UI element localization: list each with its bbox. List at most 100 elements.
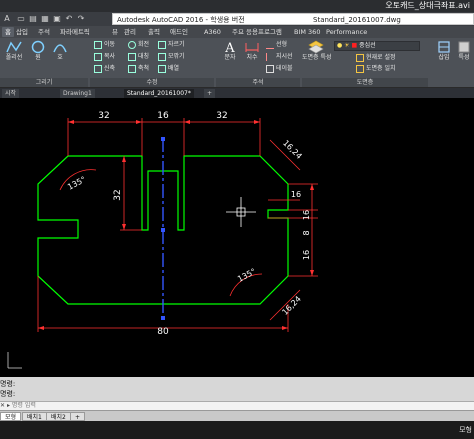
current-layer-dropdown[interactable]: ● ☀ ■ 중심선: [334, 41, 420, 51]
center-grip-bottom[interactable]: [161, 316, 165, 320]
close-icon[interactable]: ✕: [0, 402, 5, 409]
tab-output[interactable]: 출력: [148, 27, 160, 37]
panel-layers-label[interactable]: 도면층: [302, 78, 428, 87]
arc-button[interactable]: 호: [48, 40, 72, 70]
print-icon[interactable]: ▣: [52, 14, 62, 24]
table-button[interactable]: 테이블: [266, 64, 293, 74]
open-file-icon[interactable]: ▤: [28, 14, 38, 24]
leader-button[interactable]: 지시선: [266, 52, 293, 62]
add-layout-button[interactable]: +: [70, 412, 86, 421]
table-icon: [266, 64, 274, 73]
panel-draw-label[interactable]: 그리기: [0, 78, 88, 87]
panel-annotation-label[interactable]: 주석: [216, 78, 300, 87]
tab-a360[interactable]: A360: [204, 27, 221, 37]
layer-properties-button[interactable]: 도면층 특성: [302, 40, 332, 70]
layer-properties-label: 도면층 특성: [302, 54, 332, 61]
current-layer-name: 중심선: [359, 42, 376, 49]
arc-label: 호: [57, 54, 63, 61]
panel-modify-label[interactable]: 수정: [90, 78, 214, 87]
new-file-icon[interactable]: ▭: [16, 14, 26, 24]
tab-insert[interactable]: 삽입: [16, 27, 28, 37]
tab-parametric[interactable]: 파라메트릭: [60, 27, 90, 37]
fillet-button[interactable]: 모깎기: [158, 52, 185, 62]
insert-block-label: 삽입: [438, 54, 450, 61]
status-bar: 모형: [0, 421, 474, 439]
center-grip-mid[interactable]: [161, 228, 165, 232]
leader-icon: [266, 52, 274, 61]
command-input[interactable]: ✕ ▸ 명령 입력: [0, 401, 474, 410]
svg-text:A: A: [224, 41, 235, 54]
quick-access-bar: A ▭ ▤ ▦ ▣ ↶ ↷ Autodesk AutoCAD 2016 - 학생…: [0, 12, 474, 26]
layout-tab-model[interactable]: 모형: [0, 412, 22, 421]
circle-button[interactable]: 원: [26, 40, 50, 70]
polyline-icon: [6, 41, 22, 53]
rotate-icon: [128, 40, 136, 49]
doc-tab-standard[interactable]: Standard_20161007*: [124, 89, 194, 98]
command-history-1: 명령:: [0, 380, 16, 388]
tab-home[interactable]: 홈: [2, 27, 14, 37]
dim-bottom: 80: [157, 327, 169, 337]
ucs-icon: [7, 352, 22, 369]
dim-slant-top: 16,24: [281, 138, 304, 161]
save-icon[interactable]: ▦: [40, 14, 50, 24]
tab-featured-apps[interactable]: 주요 응용프로그램: [232, 27, 282, 37]
dim-right-0: 16: [291, 190, 301, 199]
tab-manage[interactable]: 관리: [124, 27, 136, 37]
properties-button[interactable]: 특성: [454, 40, 474, 70]
dim-angle-bottom: 135°: [236, 267, 257, 284]
new-tab-button[interactable]: +: [204, 89, 216, 98]
model-space-button[interactable]: 모형: [459, 425, 472, 435]
trim-icon: [158, 40, 166, 49]
properties-label: 특성: [458, 54, 470, 61]
properties-icon: [458, 41, 470, 53]
layout-tab-layout1[interactable]: 배치1: [22, 412, 47, 421]
tab-performance[interactable]: Performance: [326, 27, 367, 37]
layout-tab-bar: 모형 배치1 배치2 +: [0, 410, 474, 421]
doc-tab-drawing1[interactable]: Drawing1: [60, 89, 95, 98]
redo-icon[interactable]: ↷: [76, 14, 86, 24]
drawing-canvas[interactable]: 32 16 32 32 80 135° 135° 16 16 8 16 16,2…: [0, 98, 474, 377]
center-grip-top[interactable]: [161, 137, 165, 141]
dimension-button[interactable]: 치수: [240, 40, 264, 70]
doc-tab-start[interactable]: 시작: [2, 89, 20, 98]
match-layer-button[interactable]: 도면층 일치: [356, 64, 396, 74]
move-icon: [94, 40, 102, 49]
polyline-button[interactable]: 폴리선: [2, 40, 26, 70]
circle-label: 원: [35, 54, 41, 61]
tab-addins[interactable]: 애드인: [170, 27, 188, 37]
insert-block-icon: [438, 41, 450, 53]
rotate-button[interactable]: 회전: [128, 40, 149, 50]
app-menu-icon[interactable]: A: [2, 14, 12, 24]
dim-right-2: 8: [302, 230, 311, 235]
text-button[interactable]: A 문자: [218, 40, 242, 70]
dim-top-left: 32: [98, 111, 109, 121]
layout-tab-layout2[interactable]: 배치2: [46, 412, 71, 421]
linear-dim-icon: [266, 41, 274, 49]
command-prompt-icon: ▸: [6, 402, 10, 409]
lightbulb-icon: ●: [337, 42, 343, 49]
array-icon: [158, 64, 166, 73]
scale-button[interactable]: 축척: [128, 64, 149, 74]
move-button[interactable]: 이동: [94, 40, 115, 50]
scale-icon: [128, 64, 136, 73]
array-button[interactable]: 배열: [158, 64, 179, 74]
trim-button[interactable]: 자르기: [158, 40, 185, 50]
dimension-label: 치수: [246, 54, 258, 61]
stretch-icon: [94, 64, 102, 73]
linear-dim-button[interactable]: 선형: [266, 40, 287, 50]
tab-annotate[interactable]: 주석: [38, 27, 50, 37]
ribbon-tab-bar: 홈 삽입 주석 파라메트릭 뷰 관리 출력 애드인 A360 주요 응용프로그램…: [0, 26, 474, 38]
stretch-button[interactable]: 신축: [94, 64, 115, 74]
tab-view[interactable]: 뷰: [112, 27, 118, 37]
mirror-button[interactable]: 대칭: [128, 52, 149, 62]
tab-bim360[interactable]: BIM 360: [294, 27, 320, 37]
undo-icon[interactable]: ↶: [64, 14, 74, 24]
dimension-arrows: [38, 120, 314, 330]
set-current-button[interactable]: 현재로 설정: [356, 53, 396, 63]
copy-button[interactable]: 복사: [94, 52, 115, 62]
drawing-svg: 32 16 32 32 80 135° 135° 16 16 8 16 16,2…: [7, 111, 318, 369]
mirror-icon: [128, 52, 136, 61]
window-title-area: Autodesk AutoCAD 2016 - 학생용 버전 Standard_…: [112, 13, 474, 25]
insert-block-button[interactable]: 삽입: [432, 40, 456, 70]
text-icon: A: [224, 41, 235, 54]
